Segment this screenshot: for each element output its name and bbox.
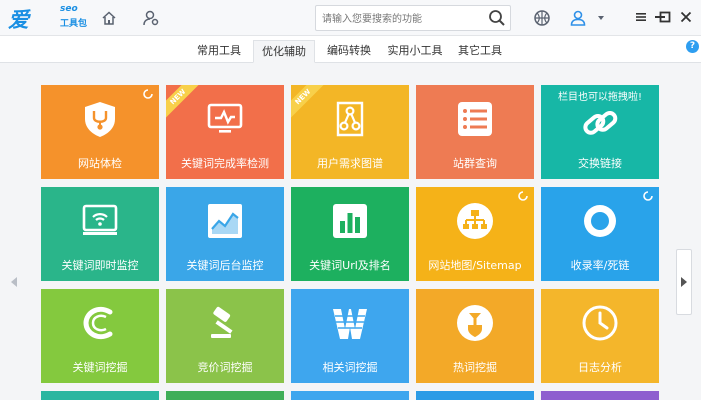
tile-partial[interactable] <box>166 391 284 400</box>
tile-label: 关键词后台监控 <box>186 259 264 272</box>
prev-page-button[interactable] <box>6 249 22 315</box>
tile-label: 关键词完成率检测 <box>181 157 269 170</box>
list-icon <box>458 102 492 136</box>
logo-sub-text: 工具包 <box>60 19 88 29</box>
tile-hot-word-mining[interactable]: 热词挖掘 <box>416 289 534 383</box>
user-icon <box>570 10 586 26</box>
tile-user-demand-graph[interactable]: NEW 用户需求图谱 <box>291 85 409 179</box>
letter-c-icon <box>83 306 113 340</box>
tile-site-cluster-query[interactable]: 站群查询 <box>416 85 534 179</box>
tile-partial[interactable] <box>41 391 159 400</box>
trend-chart-icon <box>208 204 242 238</box>
tile-keyword-completion[interactable]: NEW 关键词完成率检测 <box>166 85 284 179</box>
tile-label: 关键词即时监控 <box>61 259 139 272</box>
bar-chart-icon <box>333 204 367 238</box>
tab-bar: 常用工具 优化辅助 编码转换 实用小工具 其它工具 <box>0 36 701 63</box>
maximize-icon <box>659 11 671 23</box>
chevron-left-icon <box>11 277 17 287</box>
maximize-button[interactable] <box>657 9 673 25</box>
loading-spinner-icon <box>518 191 528 201</box>
next-page-button[interactable] <box>676 249 692 315</box>
tile-label: 关键词Url及排名 <box>309 259 391 272</box>
close-icon <box>680 11 692 23</box>
tile-keyword-instant-monitor[interactable]: 关键词即时监控 <box>41 187 159 281</box>
basketball-button[interactable] <box>532 8 552 28</box>
gavel-icon <box>211 306 233 338</box>
tile-sitemap[interactable]: 网站地图/Sitemap <box>416 187 534 281</box>
tab-encoding[interactable]: 编码转换 <box>321 40 377 63</box>
tab-other-tools[interactable]: 其它工具 <box>452 40 508 63</box>
tile-label: 竞价词挖掘 <box>197 361 253 374</box>
tile-partial[interactable] <box>291 391 409 400</box>
user-gear-icon <box>143 10 159 26</box>
logo-seo-text: seo <box>60 4 78 14</box>
shovel-icon <box>457 305 493 341</box>
tile-related-word-mining[interactable]: 相关词挖掘 <box>291 289 409 383</box>
tab-optimization[interactable]: 优化辅助 <box>253 40 315 63</box>
search-icon[interactable] <box>488 9 506 27</box>
tile-label: 相关词挖掘 <box>322 361 378 374</box>
clock-icon <box>582 305 618 341</box>
menu-button[interactable] <box>633 9 649 25</box>
tab-common-tools[interactable]: 常用工具 <box>191 40 247 63</box>
loading-spinner-icon <box>643 191 653 201</box>
tile-label: 日志分析 <box>578 361 622 374</box>
title-bar: 爱站 seo 工具包 <box>0 0 701 62</box>
home-icon <box>102 11 116 25</box>
account-dropdown[interactable] <box>594 8 608 28</box>
menu-icon <box>636 13 646 21</box>
user-account-button[interactable] <box>568 8 588 28</box>
tile-keyword-mining[interactable]: 关键词挖掘 <box>41 289 159 383</box>
tab-utilities[interactable]: 实用小工具 <box>383 40 447 63</box>
wifi-monitor-icon <box>82 204 118 235</box>
drag-hint-text: 栏目也可以拖拽啦! <box>557 92 642 103</box>
stethoscope-shield-icon <box>85 102 115 137</box>
close-button[interactable] <box>678 9 694 25</box>
tile-label: 交换链接 <box>578 157 622 170</box>
skin-button[interactable] <box>141 8 161 28</box>
help-icon[interactable]: ? <box>686 40 699 53</box>
tile-link-exchange[interactable]: 栏目也可以拖拽啦! 交换链接 <box>541 85 659 179</box>
chain-link-icon <box>583 110 618 135</box>
graph-nodes-icon <box>336 101 364 137</box>
home-button[interactable] <box>99 8 119 28</box>
new-badge: NEW <box>291 85 326 120</box>
tile-keyword-url-ranking[interactable]: 关键词Url及排名 <box>291 187 409 281</box>
tile-label: 站群查询 <box>453 157 497 170</box>
tile-label: 热词挖掘 <box>453 361 497 374</box>
caret-down-icon <box>598 16 604 20</box>
sitemap-icon <box>457 203 493 239</box>
tile-partial[interactable] <box>541 391 659 400</box>
search-box[interactable] <box>315 5 511 31</box>
basketball-icon <box>534 10 550 26</box>
tile-index-rate-deadlink[interactable]: 收录率/死链 <box>541 187 659 281</box>
search-input[interactable] <box>322 10 484 28</box>
loading-spinner-icon <box>143 89 153 99</box>
tile-label: 网站地图/Sitemap <box>428 259 522 272</box>
tile-label: 网站体检 <box>78 157 122 170</box>
chevron-right-icon <box>681 277 687 287</box>
tile-keyword-background-monitor[interactable]: 关键词后台监控 <box>166 187 284 281</box>
tile-site-checkup[interactable]: 网站体检 <box>41 85 159 179</box>
tile-label: 关键词挖掘 <box>72 361 128 374</box>
monitor-chart-icon <box>207 103 243 133</box>
tile-bid-word-mining[interactable]: 竞价词挖掘 <box>166 289 284 383</box>
letter-w-icon <box>333 309 367 339</box>
new-badge: NEW <box>166 85 201 120</box>
tile-partial[interactable] <box>416 391 534 400</box>
ring-icon <box>584 205 616 237</box>
tile-label: 用户需求图谱 <box>317 157 383 170</box>
tile-label: 收录率/死链 <box>570 259 630 272</box>
tile-log-analysis[interactable]: 日志分析 <box>541 289 659 383</box>
